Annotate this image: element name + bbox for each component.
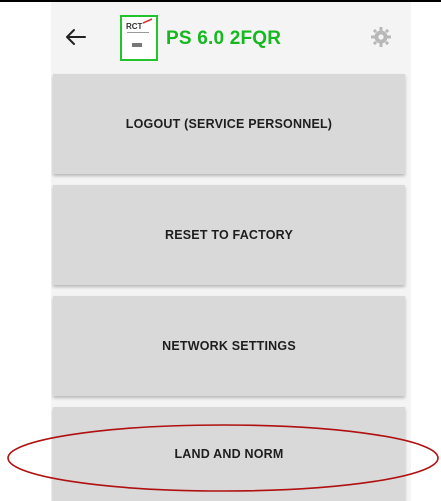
app-screen: RCT PS 6.0 2FQR LOGOUT (SERVICE PERSONNE… — [51, 2, 411, 501]
gear-icon[interactable] — [370, 26, 392, 48]
network-settings-button[interactable]: NETWORK SETTINGS — [53, 296, 405, 396]
logout-service-personnel-button[interactable]: LOGOUT (SERVICE PERSONNEL) — [53, 74, 405, 174]
land-and-norm-button-label: LAND AND NORM — [174, 447, 284, 461]
reset-button-label: RESET TO FACTORY — [165, 228, 293, 242]
device-title: PS 6.0 2FQR — [166, 28, 282, 49]
network-button-label: NETWORK SETTINGS — [162, 339, 296, 353]
rct-logo-icon: RCT — [126, 18, 153, 47]
land-and-norm-button[interactable]: LAND AND NORM — [53, 407, 405, 501]
device-logo: RCT — [120, 15, 158, 61]
app-bar: RCT PS 6.0 2FQR — [51, 2, 411, 72]
reset-to-factory-button[interactable]: RESET TO FACTORY — [53, 185, 405, 285]
back-arrow-icon[interactable] — [63, 24, 89, 50]
logout-button-label: LOGOUT (SERVICE PERSONNEL) — [125, 117, 333, 131]
logo-text: RCT — [126, 22, 143, 31]
